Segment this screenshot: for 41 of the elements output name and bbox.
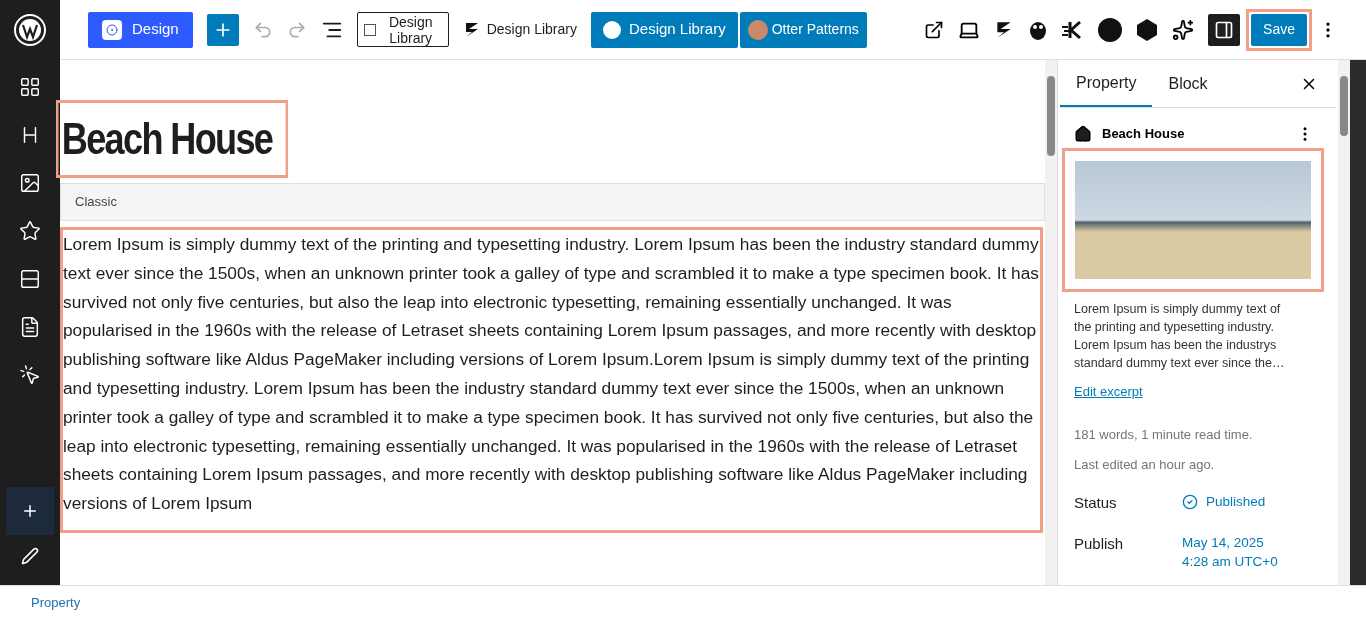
panel-icon — [1214, 19, 1235, 40]
home-icon — [1074, 124, 1092, 143]
featured-image-placeholder[interactable] — [1075, 160, 1311, 279]
design-library-button[interactable]: Design Library — [590, 11, 738, 48]
excerpt-text: Lorem Ipsum is simply dummy text of the printing and typesetting industry. Lorem Ipsum has been the industrys standard dummy text ever since the… — [1074, 300, 1286, 372]
avatar-icon — [747, 19, 768, 40]
post-name: Beach House — [1102, 125, 1186, 143]
field-label: Status — [1074, 493, 1118, 513]
cursor-tool-icon[interactable] — [19, 364, 41, 386]
design-button[interactable]: Design — [88, 11, 193, 48]
post-title[interactable]: Beach House — [56, 100, 288, 178]
save-button[interactable]: Save — [1251, 13, 1307, 46]
wordpress-logo-icon[interactable] — [14, 14, 46, 46]
check-circle-icon — [1182, 494, 1198, 511]
last-edited: Last edited an hour ago. — [1074, 455, 1216, 474]
rows-tool-icon[interactable] — [19, 268, 41, 290]
design-library-button[interactable]: Design Library — [462, 11, 577, 48]
pen-icon[interactable] — [21, 547, 39, 565]
design-library-button[interactable]: Design Library — [356, 12, 449, 47]
sidebar-toggle-button[interactable] — [1208, 13, 1241, 46]
edit-excerpt-link[interactable]: Edit excerpt — [1074, 381, 1314, 401]
classic-block-label: Classic — [60, 183, 1045, 221]
panel-tab[interactable]: Block — [1152, 60, 1224, 107]
plus-icon — [21, 502, 39, 520]
add-button[interactable] — [206, 13, 239, 46]
scrollbar[interactable] — [1338, 60, 1350, 585]
panel-tab[interactable]: Property — [1060, 60, 1153, 107]
otter-patterns-button[interactable]: Otter Patterns — [739, 11, 867, 48]
card-tool-icon[interactable] — [19, 316, 41, 338]
breadcrumb-link[interactable]: Property — [31, 593, 81, 613]
scrollbar[interactable] — [1045, 60, 1057, 585]
external-link-icon[interactable] — [924, 19, 945, 40]
star-tool-icon[interactable] — [19, 220, 41, 242]
word-count: 181 words, 1 minute read time. — [1074, 426, 1254, 444]
publish-date[interactable]: May 14, 2025 4:28 am UTC+0 — [1182, 532, 1278, 571]
status-value[interactable]: Published — [1182, 492, 1266, 513]
image-tool-icon[interactable] — [19, 172, 41, 194]
body-paragraph[interactable]: Lorem Ipsum is simply dummy text of the printing and typesetting industry. Lorem Ipsum has been the industry standard dummy text ever since the 1500s, when an unknown printer took a galley of type and scrambled it to make a type specimen book. It has survived not only five centuries, but also the leap into electronic typesetting, remaining essentially unchanged. It was popularised in the 1960s with the release of Letraset sheets containing Lorem Ipsum passages, and more recently with desktop publishing software like Aldus PageMaker including versions of Lorem Ipsum.Lorem Ipsum is simply dummy text of the printing and typesetting industry. Lorem Ipsum has been the industry standard dummy text ever since the 1500s, when an unknown printer took a galley of type and scrambled it to make a type specimen book. It has survived not only five centuries, but also the leap into electronic typesetting, remaining essentially unchanged. It was popularised in the 1960s with the release of Letraset sheets containing Lorem Ipsum passages, and more recently with desktop publishing software like Aldus PageMaker including versions of Lorem Ipsum — [60, 227, 1043, 533]
field-label: Publish — [1074, 533, 1125, 554]
sparkles-icon[interactable] — [1172, 18, 1195, 41]
patterns-tool-icon[interactable] — [19, 76, 41, 98]
